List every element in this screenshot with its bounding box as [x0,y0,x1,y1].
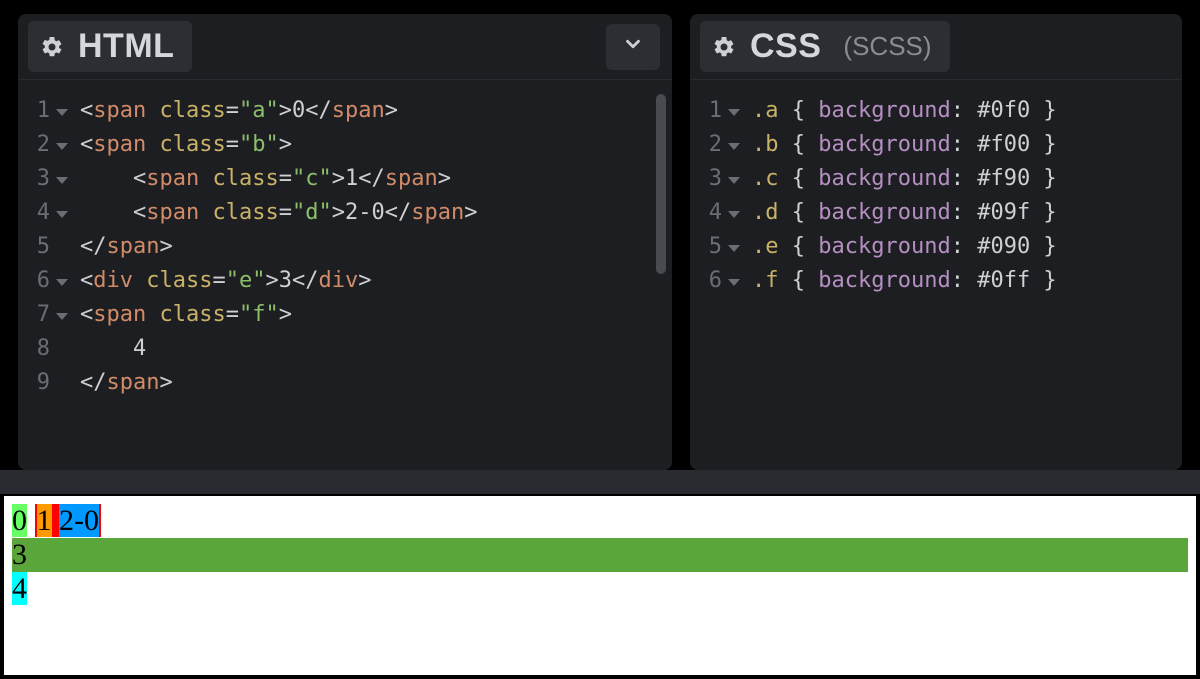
css-code-area[interactable]: 123456 .a { background: #0f0 }.b { backg… [690,80,1182,470]
preview-span-c: 1 [37,504,52,537]
preview-span-d: 2-0 [59,504,99,537]
css-code[interactable]: .a { background: #0f0 }.b { background: … [748,80,1182,470]
html-collapse-button[interactable] [606,24,660,70]
preview-div-e: 3 [12,538,1188,572]
app-root: HTML 123456789 <span class="a">0</span><… [0,0,1200,679]
preview-span-f: 4 [12,572,27,605]
gear-icon[interactable] [712,35,736,59]
preview-span-b: 1 2-0 [35,504,102,537]
css-panel-header: CSS (SCSS) [690,14,1182,80]
html-editor-panel: HTML 123456789 <span class="a">0</span><… [18,14,672,470]
html-gutter: 123456789 [18,80,76,470]
resizer-bar[interactable] [0,470,1200,494]
css-panel-title: CSS [750,27,821,66]
html-title-chip[interactable]: HTML [28,21,192,72]
gear-icon[interactable] [40,35,64,59]
css-title-chip[interactable]: CSS (SCSS) [700,21,950,72]
preview-pane: 0 1 2-0 3 4 [0,494,1200,679]
html-code[interactable]: <span class="a">0</span><span class="b">… [76,80,672,470]
editors-row: HTML 123456789 <span class="a">0</span><… [0,0,1200,470]
html-code-area[interactable]: 123456789 <span class="a">0</span><span … [18,80,672,470]
scrollbar-thumb[interactable] [656,94,666,274]
css-gutter: 123456 [690,80,748,470]
html-panel-header: HTML [18,14,672,80]
preview-span-a: 0 [12,504,27,537]
css-panel-subtitle: (SCSS) [843,31,931,62]
html-panel-title: HTML [78,27,174,66]
css-editor-panel: CSS (SCSS) 123456 .a { background: #0f0 … [690,14,1182,470]
chevron-down-icon [622,33,644,60]
